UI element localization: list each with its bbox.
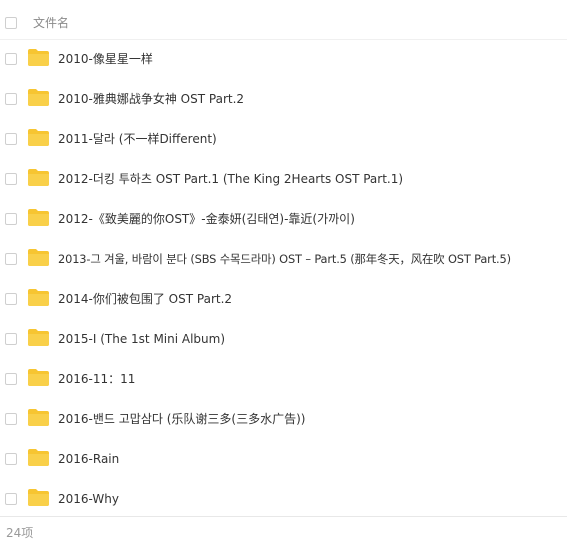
row-checkbox[interactable] (5, 453, 17, 465)
file-name[interactable]: 2010-像星星一样 (58, 51, 153, 67)
file-list-header: 文件名 (0, 0, 567, 40)
select-all-checkbox[interactable] (5, 17, 17, 29)
file-row[interactable]: 2013-그 겨울, 바람이 분다 (SBS 수목드라마) OST – Part… (0, 240, 567, 280)
file-name[interactable]: 2013-그 겨울, 바람이 분다 (SBS 수목드라마) OST – Part… (58, 251, 511, 267)
row-checkbox[interactable] (5, 133, 17, 145)
row-checkbox[interactable] (5, 253, 17, 265)
file-name[interactable]: 2010-雅典娜战争女神 OST Part.2 (58, 91, 244, 107)
row-checkbox[interactable] (5, 413, 17, 425)
file-name[interactable]: 2012-더킹 투하츠 OST Part.1 (The King 2Hearts… (58, 171, 403, 187)
row-checkbox[interactable] (5, 293, 17, 305)
folder-icon (28, 409, 49, 426)
file-row[interactable]: 2016-11：11 (0, 360, 567, 400)
file-list: 2010-像星星一样 2010-雅典娜战争女神 OST Part.2 2011-… (0, 40, 567, 520)
file-row[interactable]: 2016-Why (0, 480, 567, 520)
file-name[interactable]: 2016-Rain (58, 451, 119, 467)
row-checkbox[interactable] (5, 93, 17, 105)
file-name[interactable]: 2016-11：11 (58, 371, 135, 387)
file-row[interactable]: 2015-I (The 1st Mini Album) (0, 320, 567, 360)
folder-icon (28, 489, 49, 506)
folder-icon (28, 329, 49, 346)
file-name[interactable]: 2011-달라 (不一样Different) (58, 131, 217, 147)
folder-icon (28, 129, 49, 146)
file-row[interactable]: 2011-달라 (不一样Different) (0, 120, 567, 160)
file-name[interactable]: 2012-《致美麗的你OST》-金泰妍(김태연)-靠近(가까이) (58, 211, 355, 227)
folder-icon (28, 209, 49, 226)
row-checkbox[interactable] (5, 213, 17, 225)
folder-icon (28, 369, 49, 386)
file-row[interactable]: 2010-像星星一样 (0, 40, 567, 80)
column-header-filename[interactable]: 文件名 (33, 15, 69, 31)
row-checkbox[interactable] (5, 53, 17, 65)
file-row[interactable]: 2012-《致美麗的你OST》-金泰妍(김태연)-靠近(가까이) (0, 200, 567, 240)
file-name[interactable]: 2016-Why (58, 491, 119, 507)
row-checkbox[interactable] (5, 373, 17, 385)
folder-icon (28, 449, 49, 466)
file-row[interactable]: 2010-雅典娜战争女神 OST Part.2 (0, 80, 567, 120)
file-list-footer: 24项 (0, 516, 567, 544)
file-row[interactable]: 2012-더킹 투하츠 OST Part.1 (The King 2Hearts… (0, 160, 567, 200)
folder-icon (28, 49, 49, 66)
row-checkbox[interactable] (5, 173, 17, 185)
folder-icon (28, 289, 49, 306)
row-checkbox[interactable] (5, 493, 17, 505)
folder-icon (28, 249, 49, 266)
file-name[interactable]: 2014-你们被包围了 OST Part.2 (58, 291, 232, 307)
file-row[interactable]: 2016-Rain (0, 440, 567, 480)
item-count: 24项 (6, 526, 34, 540)
folder-icon (28, 169, 49, 186)
file-row[interactable]: 2016-밴드 고맙삼다 (乐队谢三多(三多水广告)) (0, 400, 567, 440)
file-name[interactable]: 2016-밴드 고맙삼다 (乐队谢三多(三多水广告)) (58, 411, 305, 427)
file-name[interactable]: 2015-I (The 1st Mini Album) (58, 331, 225, 347)
row-checkbox[interactable] (5, 333, 17, 345)
folder-icon (28, 89, 49, 106)
file-row[interactable]: 2014-你们被包围了 OST Part.2 (0, 280, 567, 320)
